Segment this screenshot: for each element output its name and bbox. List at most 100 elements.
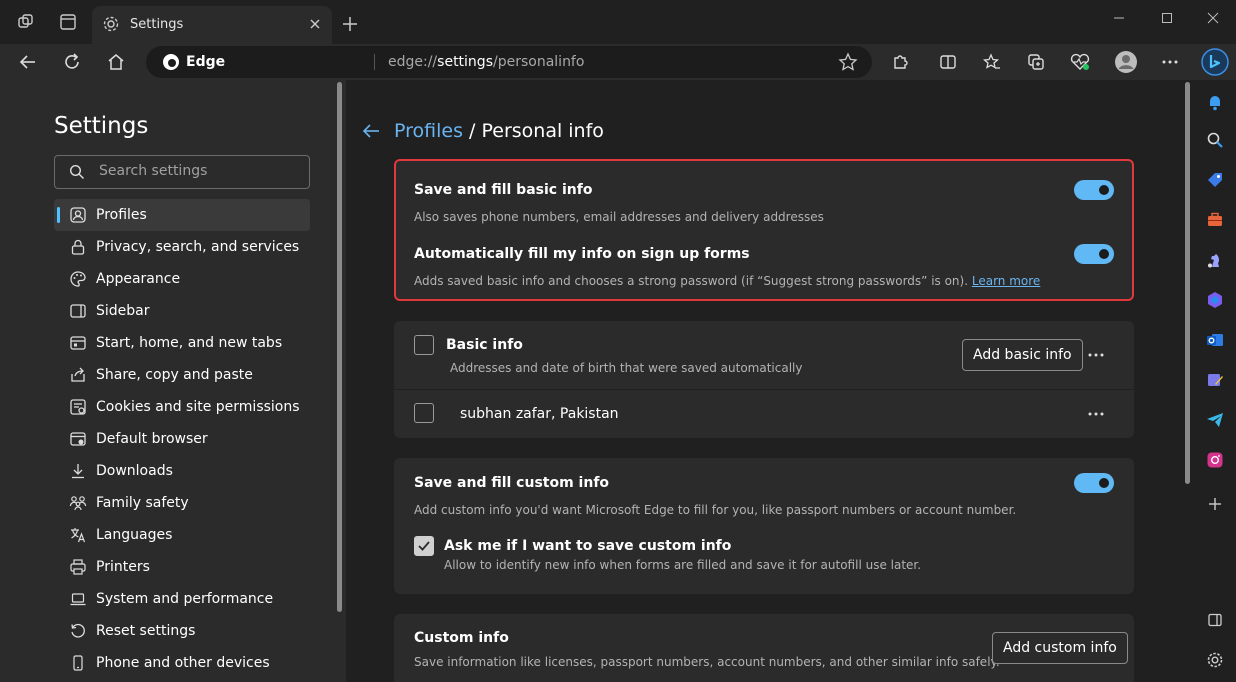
- copilot-icon[interactable]: [1199, 46, 1231, 78]
- copilot-m365-icon[interactable]: [1203, 288, 1227, 312]
- sidebar-item-label: Reset settings: [96, 623, 196, 639]
- basic-info-select-all-checkbox[interactable]: [414, 335, 434, 355]
- sidebar-item-printers[interactable]: Printers: [54, 551, 310, 583]
- basic-info-entry-checkbox[interactable]: [414, 403, 434, 423]
- sidebar-item-reset[interactable]: Reset settings: [54, 615, 310, 647]
- sidebar-item-languages[interactable]: Languages: [54, 519, 310, 551]
- settings-title: Settings: [54, 113, 149, 139]
- sidebar-item-appearance[interactable]: Appearance: [54, 263, 310, 295]
- basic-fill-desc: Also saves phone numbers, email addresse…: [414, 210, 824, 224]
- sidebar-item-label: Appearance: [96, 271, 181, 287]
- add-basic-info-button[interactable]: Add basic info: [962, 339, 1083, 371]
- sidebar-item-privacy[interactable]: Privacy, search, and services: [54, 231, 310, 263]
- tab-actions-icon[interactable]: [56, 10, 80, 34]
- outlook-icon[interactable]: [1203, 328, 1227, 352]
- sidebar-item-downloads[interactable]: Downloads: [54, 455, 310, 487]
- settings-sidebar: Settings Profiles Privacy, search, and s…: [0, 80, 346, 682]
- sidebar-item-label: System and performance: [96, 591, 274, 607]
- sidebar-item-share[interactable]: Share, copy and paste: [54, 359, 310, 391]
- add-custom-info-button[interactable]: Add custom info: [992, 632, 1128, 664]
- avatar[interactable]: [1112, 48, 1140, 76]
- back-arrow-icon[interactable]: [360, 120, 382, 146]
- checkmark-icon: [418, 541, 430, 551]
- edge-sidebar: [1194, 80, 1236, 682]
- telegram-send-icon[interactable]: [1203, 408, 1227, 432]
- share-icon: [68, 365, 88, 385]
- reset-icon: [68, 621, 88, 641]
- custom-info-card: Custom info Save information like licens…: [394, 614, 1134, 682]
- close-icon[interactable]: [306, 15, 324, 37]
- basic-info-entry[interactable]: subhan zafar, Pakistan: [460, 406, 619, 422]
- notification-bell-icon[interactable]: [1203, 90, 1227, 114]
- sidebar-item-profiles[interactable]: Profiles: [54, 199, 310, 231]
- breadcrumb-separator: /: [462, 120, 482, 142]
- address-bar[interactable]: Edge edge://settings/personalinfo: [146, 46, 872, 78]
- split-screen-icon[interactable]: [934, 48, 962, 76]
- sidebar-item-start-home[interactable]: Start, home, and new tabs: [54, 327, 310, 359]
- breadcrumb-profiles-link[interactable]: Profiles: [394, 120, 463, 142]
- refresh-icon[interactable]: [58, 48, 86, 76]
- basic-info-card: Basic info Addresses and date of birth t…: [394, 321, 1134, 438]
- favorite-star-icon[interactable]: [838, 52, 858, 76]
- sidebar-item-phone[interactable]: Phone and other devices: [54, 647, 310, 679]
- maximize-icon[interactable]: [1144, 6, 1190, 30]
- new-tab-icon[interactable]: [338, 12, 362, 36]
- custom-fill-desc: Add custom info you'd want Microsoft Edg…: [414, 503, 1017, 517]
- main-scrollbar[interactable]: [1184, 80, 1192, 682]
- back-icon[interactable]: [14, 48, 42, 76]
- sidebar-item-default-browser[interactable]: Default browser: [54, 423, 310, 455]
- more-menu-icon[interactable]: [1156, 48, 1184, 76]
- auto-fill-desc: Adds saved basic info and chooses a stro…: [414, 274, 1041, 288]
- sidebar-item-label: Family safety: [96, 495, 189, 511]
- sidebar-item-cookies[interactable]: Cookies and site permissions: [54, 391, 310, 423]
- custom-fill-toggle[interactable]: [1074, 473, 1114, 493]
- search-sidebar-icon[interactable]: [1203, 128, 1227, 152]
- custom-info-title: Custom info: [414, 630, 509, 646]
- entry-more-options-icon[interactable]: [1084, 402, 1108, 426]
- main-content: Profiles / Personal info Save and fill b…: [346, 80, 1194, 682]
- window-close-icon[interactable]: [1190, 6, 1236, 30]
- cookie-icon: [68, 397, 88, 417]
- sidebar-settings-gear-icon[interactable]: [1203, 648, 1227, 672]
- tab-title: Settings: [130, 17, 184, 32]
- sidebar-item-sidebar[interactable]: Sidebar: [54, 295, 310, 327]
- tools-briefcase-icon[interactable]: [1203, 208, 1227, 232]
- games-chess-icon[interactable]: [1203, 248, 1227, 272]
- drop-edit-icon[interactable]: [1203, 368, 1227, 392]
- breadcrumb: Profiles / Personal info: [394, 120, 604, 142]
- hide-sidebar-icon[interactable]: [1203, 608, 1227, 632]
- minimize-icon[interactable]: [1096, 6, 1142, 30]
- home-icon[interactable]: [102, 48, 130, 76]
- laptop-icon: [68, 589, 88, 609]
- auto-fill-title: Automatically fill my info on sign up fo…: [414, 246, 750, 262]
- custom-fill-title: Save and fill custom info: [414, 475, 610, 491]
- add-sidebar-app-icon[interactable]: [1203, 492, 1227, 516]
- extensions-icon[interactable]: [886, 48, 914, 76]
- instagram-icon[interactable]: [1203, 448, 1227, 472]
- search-input[interactable]: [99, 163, 299, 179]
- sidebar-scrollbar[interactable]: [336, 80, 344, 682]
- auto-fill-toggle[interactable]: [1074, 244, 1114, 264]
- performance-heart-icon[interactable]: [1066, 48, 1094, 76]
- more-options-icon[interactable]: [1084, 343, 1108, 367]
- ask-save-custom-checkbox[interactable]: [414, 536, 434, 556]
- favorites-icon[interactable]: [978, 48, 1006, 76]
- ask-save-custom-title: Ask me if I want to save custom info: [444, 538, 732, 554]
- sidebar-item-label: Languages: [96, 527, 173, 543]
- sidebar-item-label: Downloads: [96, 463, 173, 479]
- url-text[interactable]: edge://settings/personalinfo: [388, 54, 584, 70]
- custom-fill-card: Save and fill custom info Add custom inf…: [394, 458, 1134, 594]
- learn-more-link[interactable]: Learn more: [972, 274, 1040, 288]
- search-box[interactable]: [54, 155, 310, 189]
- collections-icon[interactable]: [1022, 48, 1050, 76]
- sidebar-item-system[interactable]: System and performance: [54, 583, 310, 615]
- sidebar-item-label: Privacy, search, and services: [96, 239, 300, 255]
- basic-fill-toggle[interactable]: [1074, 180, 1114, 200]
- basic-info-title: Basic info: [446, 337, 523, 353]
- gear-icon: [102, 15, 120, 37]
- settings-nav: Profiles Privacy, search, and services A…: [54, 199, 310, 679]
- tab-settings[interactable]: Settings: [92, 6, 332, 44]
- sidebar-item-family-safety[interactable]: Family safety: [54, 487, 310, 519]
- workspaces-icon[interactable]: [14, 10, 38, 34]
- shopping-tag-icon[interactable]: [1203, 168, 1227, 192]
